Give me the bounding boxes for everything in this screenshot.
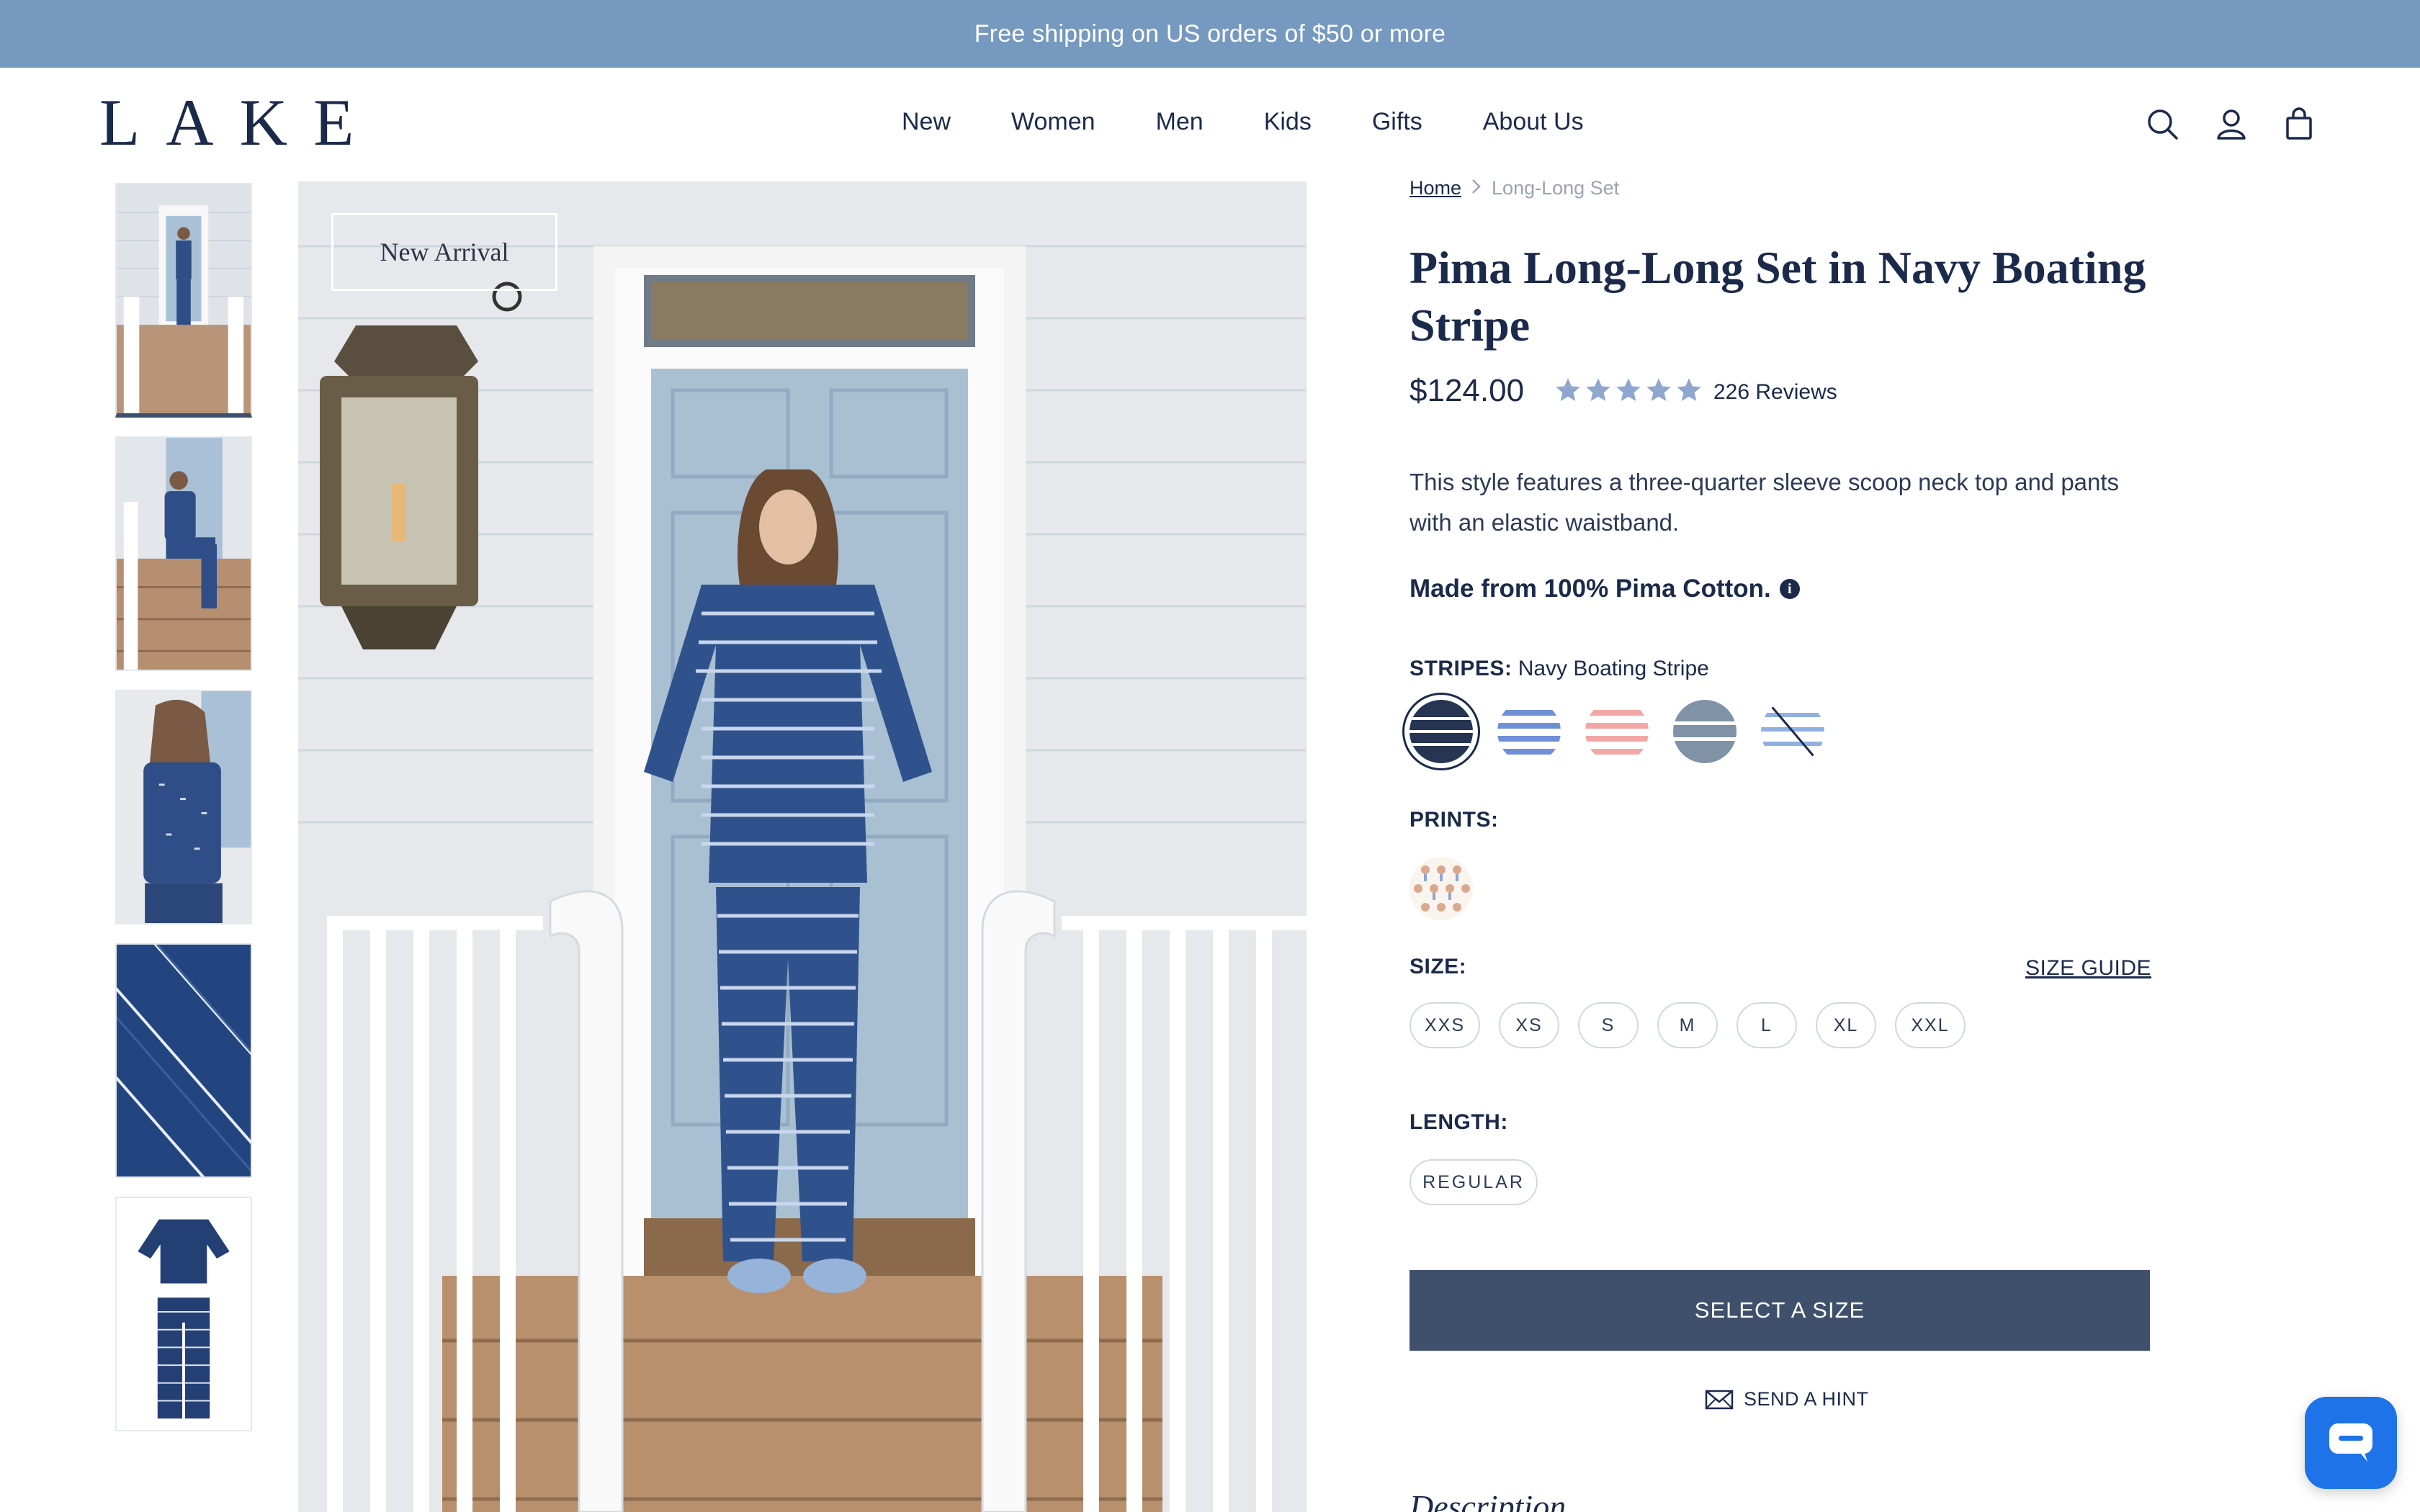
- breadcrumb: Home Long-Long Set: [1410, 177, 1619, 199]
- swatch-print-pattern[interactable]: [1410, 857, 1473, 920]
- swatch-pink-stripe[interactable]: [1585, 700, 1649, 763]
- new-arrival-badge: New Arrival: [331, 213, 557, 291]
- chat-button[interactable]: [2305, 1397, 2397, 1489]
- chat-icon: [2329, 1423, 2372, 1462]
- nav-item-about-us[interactable]: About Us: [1483, 108, 1584, 136]
- breadcrumb-home[interactable]: Home: [1410, 177, 1461, 199]
- length-option-regular[interactable]: REGULAR: [1410, 1159, 1538, 1205]
- select-size-button[interactable]: SELECT A SIZE: [1410, 1270, 2150, 1351]
- thumb-fabric-closeup[interactable]: [115, 943, 252, 1178]
- prints-heading: PRINTS:: [1410, 808, 1499, 832]
- stripes-heading: STRIPES:: [1410, 657, 1512, 680]
- star-icon: [1677, 378, 1701, 401]
- size-option-xl[interactable]: XL: [1816, 1002, 1876, 1048]
- stripes-selected-value: Navy Boating Stripe: [1518, 657, 1709, 680]
- nav-item-new[interactable]: New: [902, 108, 951, 136]
- prints-label: PRINTS:: [1410, 808, 1499, 832]
- size-label: SIZE:: [1410, 955, 1466, 979]
- star-icon: [1586, 378, 1610, 401]
- size-option-s[interactable]: S: [1578, 1002, 1639, 1048]
- search-icon[interactable]: [2145, 107, 2179, 141]
- nav-item-kids[interactable]: Kids: [1264, 108, 1312, 136]
- stripe-swatches: [1402, 693, 1824, 770]
- length-label: LENGTH:: [1410, 1110, 1508, 1135]
- star-icon: [1646, 378, 1671, 401]
- swatch-navy-boating-stripe[interactable]: [1402, 693, 1480, 770]
- envelope-icon: [1705, 1390, 1734, 1409]
- chevron-right-icon: [1471, 177, 1482, 199]
- site-header: LAKE New Women Men Kids Gifts About Us: [0, 68, 2420, 181]
- size-option-xxl[interactable]: XXL: [1895, 1002, 1966, 1048]
- reviews-link[interactable]: 226 Reviews: [1713, 380, 1837, 405]
- nav-item-gifts[interactable]: Gifts: [1372, 108, 1422, 136]
- swatch-sky-stripe-unavailable[interactable]: [1761, 700, 1824, 763]
- send-hint-link[interactable]: SEND A HINT: [1705, 1388, 1869, 1410]
- swatch-slate-stripe[interactable]: [1673, 700, 1736, 763]
- swatch-periwinkle-stripe[interactable]: [1497, 700, 1561, 763]
- size-guide-link[interactable]: SIZE GUIDE: [2025, 956, 2151, 981]
- length-heading: LENGTH:: [1410, 1110, 1508, 1134]
- bag-icon[interactable]: [2282, 107, 2316, 141]
- brand-logo[interactable]: LAKE: [99, 89, 380, 156]
- thumb-seated-steps[interactable]: [115, 436, 252, 671]
- nav-item-men[interactable]: Men: [1156, 108, 1204, 136]
- breadcrumb-current: Long-Long Set: [1492, 177, 1620, 199]
- stripes-label: STRIPES: Navy Boating Stripe: [1410, 657, 1709, 681]
- size-option-xs[interactable]: XS: [1499, 1002, 1559, 1048]
- size-option-l[interactable]: L: [1736, 1002, 1797, 1048]
- announcement-text: Free shipping on US orders of $50 or mor…: [974, 19, 1446, 48]
- main-nav: New Women Men Kids Gifts About Us: [902, 108, 1584, 136]
- size-heading: SIZE:: [1410, 955, 1467, 978]
- size-option-m[interactable]: M: [1657, 1002, 1718, 1048]
- nav-item-women[interactable]: Women: [1011, 108, 1095, 136]
- star-icon: [1556, 378, 1580, 401]
- description-heading[interactable]: Description: [1410, 1488, 1566, 1512]
- thumb-front-standing[interactable]: [115, 183, 252, 418]
- size-options: XXS XS S M L XL XXL: [1410, 1002, 1966, 1048]
- product-description: This style features a three-quarter slee…: [1410, 469, 2120, 536]
- info-icon[interactable]: i: [1779, 579, 1800, 599]
- material-text: Made from 100% Pima Cotton.: [1410, 575, 1771, 603]
- account-icon[interactable]: [2214, 107, 2249, 141]
- rating-stars[interactable]: [1554, 376, 1703, 405]
- hero-product-image[interactable]: New Arrival: [298, 181, 1307, 1512]
- star-icon: [1616, 378, 1641, 401]
- thumb-flat-lay[interactable]: [115, 1197, 252, 1431]
- thumb-back-view[interactable]: [115, 690, 252, 924]
- product-title: Pima Long-Long Set in Navy Boating Strip…: [1410, 242, 2146, 351]
- material-note: Made from 100% Pima Cotton. i: [1410, 575, 1800, 603]
- product-price: $124.00: [1410, 373, 1525, 408]
- navy-swatch-fill: [1410, 700, 1473, 763]
- announcement-bar: Free shipping on US orders of $50 or mor…: [0, 0, 2420, 68]
- send-hint-label: SEND A HINT: [1744, 1388, 1869, 1410]
- size-option-xxs[interactable]: XXS: [1410, 1002, 1480, 1048]
